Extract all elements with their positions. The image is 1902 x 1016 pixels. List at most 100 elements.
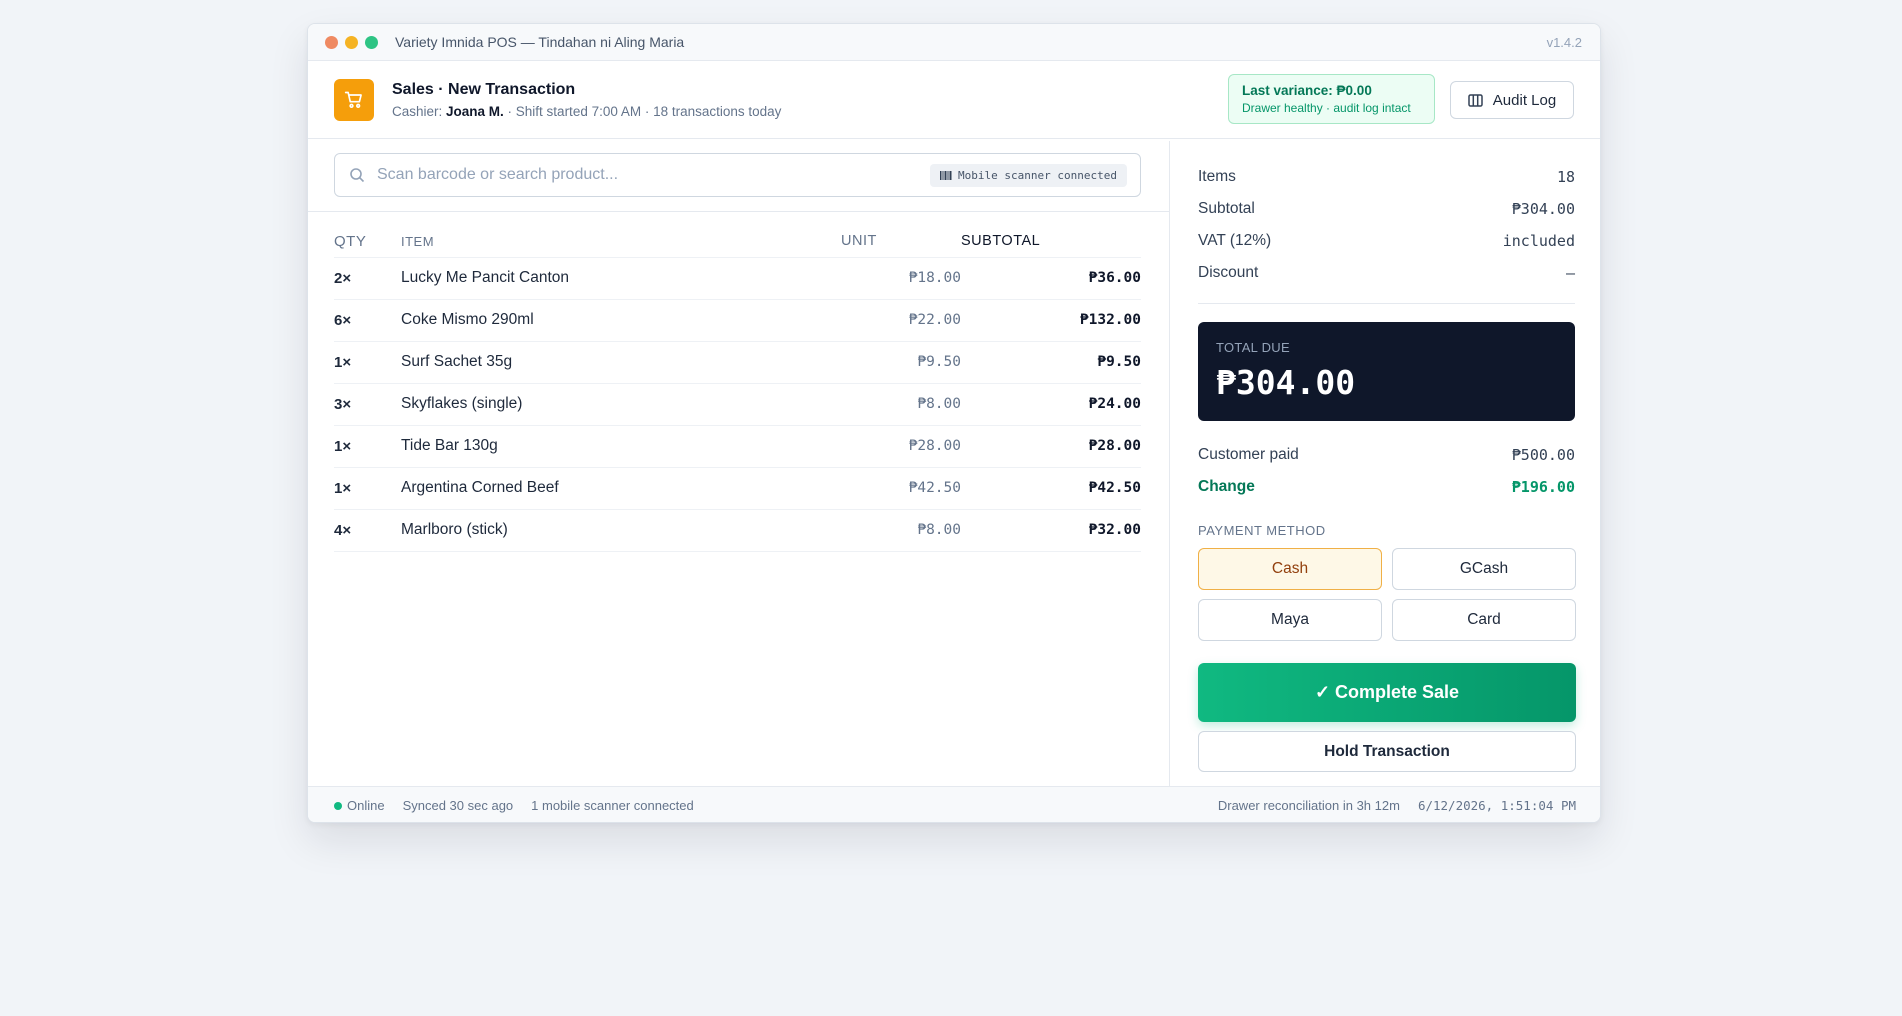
app-version: v1.4.2 [1546, 34, 1582, 50]
table-row[interactable]: 1× Surf Sachet 35g ₱9.50 ₱9.50 [334, 341, 1141, 384]
scanner-status: 1 mobile scanner connected [531, 798, 694, 813]
barcode-icon [940, 171, 952, 180]
title-bar: Variety Imnida POS — Tindahan ni Aling M… [308, 24, 1600, 61]
items-label: Items [1198, 168, 1236, 185]
row-unit: ₱9.50 [841, 341, 961, 384]
row-subtotal: ₱36.00 [961, 257, 1141, 300]
payment-method-label: PAYMENT METHOD [1198, 523, 1326, 538]
header-text: Sales · New Transaction Cashier: Joana M… [392, 81, 781, 119]
discount-row: Discount — [1198, 257, 1575, 289]
payment-method-grid: Cash GCash Maya Card [1198, 548, 1576, 641]
search-icon [350, 168, 365, 183]
hold-transaction-button[interactable]: Hold Transaction [1198, 731, 1576, 772]
header-qty: QTY [334, 226, 401, 258]
payment-cash-button[interactable]: Cash [1198, 548, 1382, 590]
status-bar: Online Synced 30 sec ago 1 mobile scanne… [308, 786, 1600, 822]
window-title: Variety Imnida POS — Tindahan ni Aling M… [395, 34, 685, 50]
row-unit: ₱28.00 [841, 425, 961, 468]
header-unit: UNIT [841, 226, 961, 258]
audit-log-button[interactable]: Audit Log [1450, 81, 1574, 119]
row-unit: ₱22.00 [841, 299, 961, 342]
row-subtotal: ₱132.00 [961, 299, 1141, 342]
online-dot-icon [334, 801, 342, 810]
scanner-badge-label: Mobile scanner connected [958, 169, 1117, 182]
shift-info: Cashier: Joana M. · Shift started 7:00 A… [392, 104, 781, 119]
variance-badge: Last variance: ₱0.00 Drawer healthy · au… [1228, 74, 1435, 124]
row-qty: 6× [334, 299, 401, 342]
row-subtotal: ₱9.50 [961, 341, 1141, 384]
variance-sub: Drawer healthy · audit log intact [1242, 101, 1411, 115]
discount-label: Discount [1198, 264, 1259, 281]
row-qty: 1× [334, 341, 401, 384]
row-unit: ₱8.00 [841, 383, 961, 426]
discount-value: — [1565, 264, 1575, 282]
change-value: ₱196.00 [1511, 478, 1575, 496]
reconciliation-status: Drawer reconciliation in 3h 12m [1217, 798, 1400, 813]
change-row: Change ₱196.00 [1198, 471, 1575, 503]
table-row[interactable]: 2× Lucky Me Pancit Canton ₱18.00 ₱36.00 [334, 257, 1141, 300]
sync-status: Synced 30 sec ago [402, 798, 514, 813]
table-row[interactable]: 1× Argentina Corned Beef ₱42.50 ₱42.50 [334, 467, 1141, 510]
row-item: Surf Sachet 35g [401, 341, 841, 384]
row-qty: 3× [334, 383, 401, 426]
columns-icon [1468, 93, 1483, 107]
row-qty: 4× [334, 509, 401, 552]
header-item: ITEM [401, 226, 841, 258]
row-item: Skyflakes (single) [401, 383, 841, 426]
subtotal-label: Subtotal [1198, 200, 1255, 217]
vat-label: VAT (12%) [1198, 232, 1272, 249]
cart-panel: Mobile scanner connected QTY ITEM UNIT S… [308, 141, 1170, 786]
table-header-row: QTY ITEM UNIT SUBTOTAL [334, 226, 1141, 258]
table-row[interactable]: 3× Skyflakes (single) ₱8.00 ₱24.00 [334, 383, 1141, 426]
row-qty: 1× [334, 467, 401, 510]
payment-card-button[interactable]: Card [1392, 599, 1576, 641]
minimize-window-button[interactable] [345, 35, 358, 49]
shift-details: · Shift started 7:00 AM · 18 transaction… [503, 103, 782, 119]
page-header: Sales · New Transaction Cashier: Joana M… [308, 61, 1600, 139]
row-unit: ₱42.50 [841, 467, 961, 510]
row-subtotal: ₱24.00 [961, 383, 1141, 426]
complete-sale-button[interactable]: ✓ Complete Sale [1198, 663, 1576, 722]
customer-paid-label: Customer paid [1198, 446, 1299, 463]
row-item: Argentina Corned Beef [401, 467, 841, 510]
search-input[interactable] [377, 166, 897, 184]
pos-window: Variety Imnida POS — Tindahan ni Aling M… [307, 23, 1601, 823]
online-status: Online [334, 798, 385, 813]
header-subtotal: SUBTOTAL [961, 226, 1141, 258]
table-row[interactable]: 6× Coke Mismo 290ml ₱22.00 ₱132.00 [334, 299, 1141, 342]
close-window-button[interactable] [325, 35, 338, 49]
cashier-prefix: Cashier: [392, 103, 447, 119]
change-label: Change [1198, 478, 1255, 495]
table-row[interactable]: 4× Marlboro (stick) ₱8.00 ₱32.00 [334, 509, 1141, 552]
table-row[interactable]: 1× Tide Bar 130g ₱28.00 ₱28.00 [334, 425, 1141, 468]
subtotal-value: ₱304.00 [1511, 200, 1575, 218]
audit-log-label: Audit Log [1492, 91, 1557, 109]
checkout-panel: Items 18 Subtotal ₱304.00 VAT (12%) incl… [1171, 141, 1600, 786]
scanner-badge: Mobile scanner connected [930, 164, 1127, 187]
row-qty: 1× [334, 425, 401, 468]
payment-gcash-button[interactable]: GCash [1392, 548, 1576, 590]
cart-table: QTY ITEM UNIT SUBTOTAL 2× Lucky Me Panci… [334, 226, 1141, 552]
row-unit: ₱8.00 [841, 509, 961, 552]
vat-row: VAT (12%) included [1198, 225, 1575, 257]
page-title: Sales · New Transaction [392, 80, 576, 98]
status-datetime: 6/12/2026, 1:51:04 PM [1417, 798, 1576, 813]
summary-divider [1198, 303, 1575, 304]
total-due-box: TOTAL DUE ₱304.00 [1198, 322, 1575, 421]
shopping-cart-icon [334, 78, 374, 121]
row-unit: ₱18.00 [841, 257, 961, 300]
row-subtotal: ₱32.00 [961, 509, 1141, 552]
main-content: Mobile scanner connected QTY ITEM UNIT S… [308, 141, 1600, 786]
row-item: Lucky Me Pancit Canton [401, 257, 841, 300]
subtotal-row: Subtotal ₱304.00 [1198, 193, 1575, 225]
payment-maya-button[interactable]: Maya [1198, 599, 1382, 641]
status-right: Drawer reconciliation in 3h 12m 6/12/202… [1218, 798, 1576, 813]
search-section: Mobile scanner connected [308, 141, 1169, 212]
maximize-window-button[interactable] [365, 35, 378, 49]
online-label: Online [347, 798, 385, 813]
total-due-value: ₱304.00 [1216, 363, 1356, 402]
row-item: Marlboro (stick) [401, 509, 841, 552]
row-item: Tide Bar 130g [401, 425, 841, 468]
variance-main: Last variance: ₱0.00 [1242, 83, 1372, 98]
items-count-row: Items 18 [1198, 161, 1575, 193]
